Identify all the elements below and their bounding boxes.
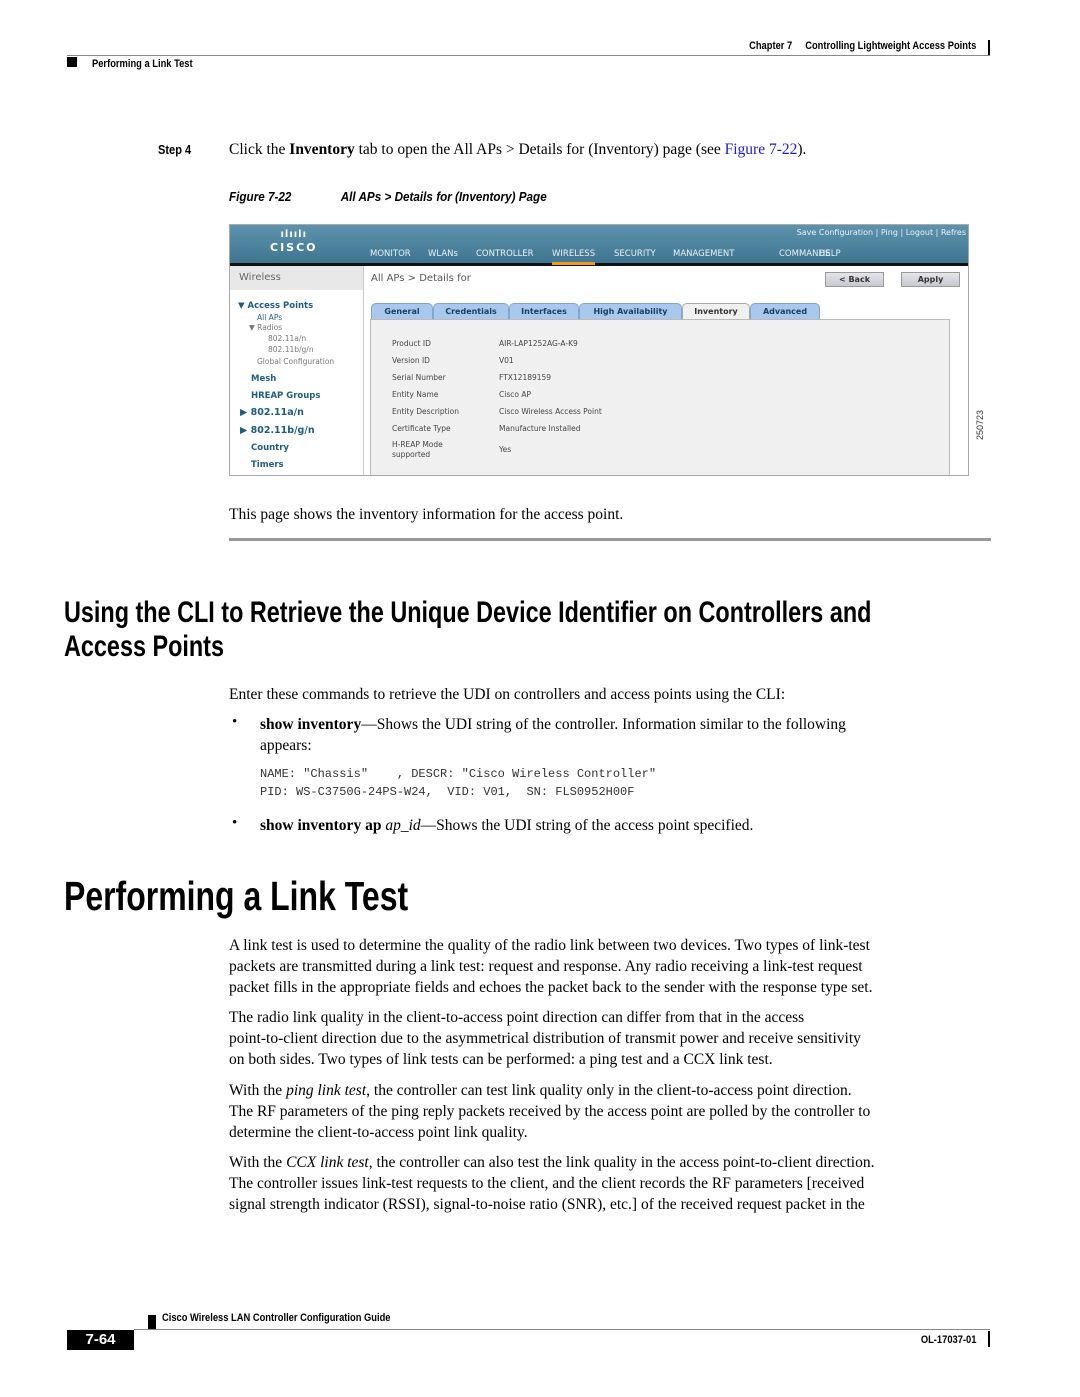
step-label: Step 4	[158, 142, 192, 157]
running-header-chapter: Chapter 7 Controlling Lightweight Access…	[749, 40, 976, 52]
step-text: Click the Inventory tab to open the All …	[229, 141, 807, 158]
tab-inventory[interactable]: Inventory	[682, 303, 750, 320]
code-line-1: NAME: "Chassis" , DESCR: "Cisco Wireless…	[260, 767, 657, 781]
wlc-content: All APs > Details for < Back Apply Gener…	[364, 266, 968, 475]
field-value: Yes	[499, 445, 512, 454]
field-value: V01	[499, 356, 514, 365]
figure-label: Figure 7-22	[229, 189, 292, 204]
nav-wlans[interactable]: WLANs	[428, 249, 458, 259]
cisco-logo: ılıılı CISCO	[270, 229, 318, 254]
sidebar-item-access-points[interactable]: ▼ Access Points	[238, 301, 313, 311]
sidebar-item-mesh[interactable]: Mesh	[251, 374, 276, 384]
paragraph-3: With the ping link test, the controller …	[229, 1082, 871, 1141]
header-rule	[67, 55, 990, 56]
tab-high-availability[interactable]: High Availability	[579, 303, 682, 319]
tab-general[interactable]: General	[371, 303, 433, 319]
apply-button[interactable]: Apply	[901, 272, 960, 287]
sidebar-item-country[interactable]: Country	[251, 443, 289, 453]
footer-rule	[134, 1329, 990, 1330]
content-title: All APs > Details for	[371, 273, 471, 284]
figure-caption: Figure 7-22 All APs > Details for (Inven…	[229, 189, 547, 204]
field-label: Product ID	[392, 339, 431, 348]
tab-advanced[interactable]: Advanced	[750, 303, 820, 319]
field-value: Manufacture Installed	[499, 424, 581, 433]
footer-bar	[988, 1331, 990, 1347]
header-square	[67, 57, 77, 67]
command-show-inventory: show inventory	[260, 716, 362, 733]
sidebar-item-all-aps[interactable]: All APs	[257, 313, 282, 322]
code-line-2: PID: WS-C3750G-24PS-W24, VID: V01, SN: F…	[260, 785, 635, 799]
field-label: Certificate Type	[392, 424, 451, 433]
argument-ap-id: ap_id	[385, 817, 421, 834]
paragraph-1: A link test is used to determine the qua…	[229, 937, 873, 996]
command-show-inventory-ap: show inventory ap	[260, 817, 382, 834]
inventory-term: Inventory	[289, 141, 355, 158]
field-label: Version ID	[392, 356, 430, 365]
footer-guide-title: Cisco Wireless LAN Controller Configurat…	[162, 1312, 391, 1324]
bullet-show-inventory-ap: show inventory ap ap_id—Shows the UDI st…	[260, 817, 754, 834]
figure-link[interactable]: Figure 7-22	[725, 141, 798, 158]
field-label: H-REAP Mode	[392, 440, 443, 449]
sidebar-item-radio-bg[interactable]: 802.11b/g/n	[268, 345, 314, 354]
section-divider	[229, 538, 991, 541]
running-header-section: Performing a Link Test	[92, 58, 193, 70]
term-ccx-link-test: CCX link test	[286, 1154, 369, 1171]
bullet-icon: •	[232, 815, 238, 831]
field-label: Serial Number	[392, 373, 446, 382]
field-label-cont: supported	[392, 450, 431, 459]
chapter-title: Controlling Lightweight Access Points	[804, 40, 976, 52]
tab-interfaces[interactable]: Interfaces	[509, 303, 579, 319]
nav-help[interactable]: HELP	[819, 249, 841, 259]
field-value: Cisco AP	[499, 390, 531, 399]
page-number: 7-64	[67, 1330, 134, 1350]
wlc-sidebar: Wireless ▼ Access Points All APs ▼ Radio…	[230, 266, 364, 475]
sidebar-item-timers[interactable]: Timers	[251, 460, 284, 470]
sidebar-item-radio-a[interactable]: 802.11a/n	[268, 334, 306, 343]
nav-controller[interactable]: CONTROLLER	[476, 249, 534, 259]
field-value: FTX12189159	[499, 373, 552, 382]
term-ping-link-test: ping link test	[286, 1082, 367, 1099]
cli-intro: Enter these commands to retrieve the UDI…	[229, 686, 786, 703]
figure-screenshot: ılıılı CISCO Save Configuration | Ping |…	[229, 224, 969, 476]
tab-credentials[interactable]: Credentials	[433, 303, 509, 319]
figure-note: This page shows the inventory informatio…	[229, 506, 624, 523]
sidebar-item-80211an[interactable]: ▶ 802.11a/n	[240, 407, 304, 418]
nav-management[interactable]: MANAGEMENT	[673, 249, 734, 259]
figure-id-number: 250723	[975, 409, 985, 440]
field-value: AIR-LAP1252AG-A-K9	[499, 339, 578, 348]
paragraph-2: The radio link quality in the client-to-…	[229, 1009, 861, 1068]
back-button[interactable]: < Back	[825, 272, 884, 287]
chapter-label: Chapter 7	[748, 40, 792, 52]
doc-number: OL-17037-01	[920, 1334, 976, 1346]
paragraph-4: With the CCX link test, the controller c…	[229, 1154, 875, 1213]
bullet-show-inventory: show inventory—Shows the UDI string of t…	[260, 716, 846, 754]
footer-square	[148, 1315, 156, 1329]
header-bar	[988, 40, 990, 56]
sidebar-item-hreap-groups[interactable]: HREAP Groups	[251, 391, 320, 401]
field-label: Entity Name	[392, 390, 439, 399]
section-heading-cli: Using the CLI to Retrieve the Unique Dev…	[64, 596, 872, 663]
wlc-top-bar: ılıılı CISCO Save Configuration | Ping |…	[230, 225, 968, 266]
field-value: Cisco Wireless Access Point	[499, 407, 602, 416]
sidebar-item-80211bgn[interactable]: ▶ 802.11b/g/n	[240, 425, 315, 436]
nav-wireless[interactable]: WIRELESS	[552, 249, 596, 265]
inventory-panel: Product ID AIR-LAP1252AG-A-K9 Version ID…	[370, 319, 950, 475]
top-links[interactable]: Save Configuration | Ping | Logout | Ref…	[797, 228, 966, 237]
sidebar-item-radios[interactable]: ▼ Radios	[249, 323, 282, 332]
field-label: Entity Description	[392, 407, 459, 416]
sidebar-title: Wireless	[230, 266, 363, 290]
nav-security[interactable]: SECURITY	[614, 249, 656, 259]
section-heading-link-test: Performing a Link Test	[64, 873, 409, 919]
sidebar-item-global-config[interactable]: Global Configuration	[257, 357, 334, 366]
figure-title: All APs > Details for (Inventory) Page	[340, 189, 547, 204]
nav-monitor[interactable]: MONITOR	[370, 249, 411, 259]
bullet-icon: •	[232, 714, 238, 730]
